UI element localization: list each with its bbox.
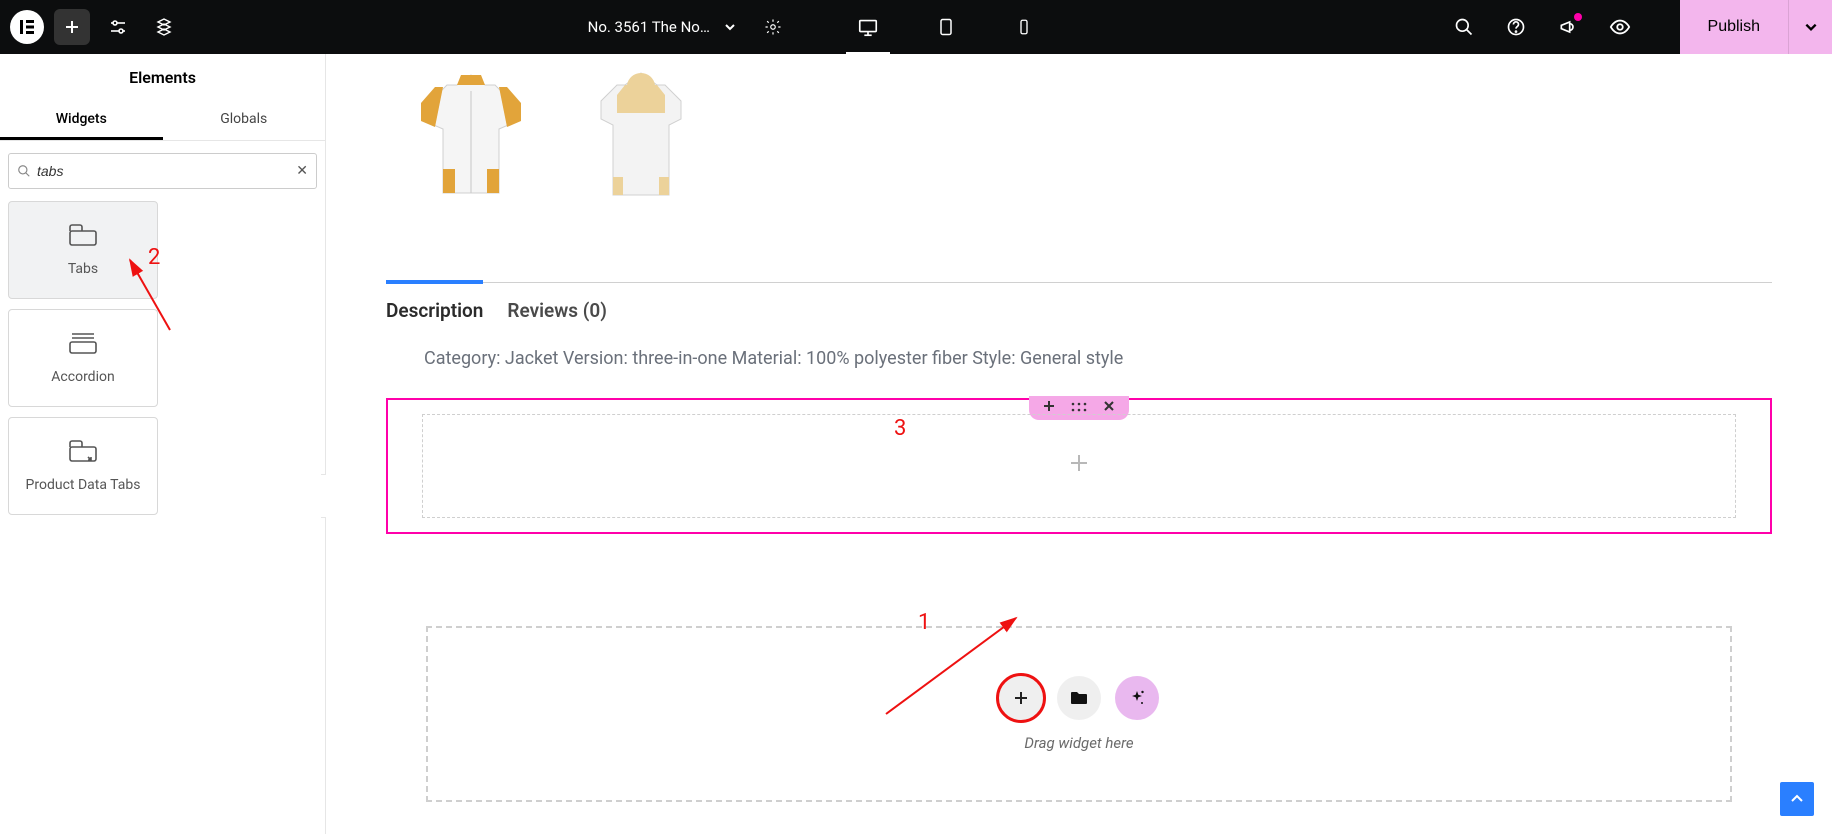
finder-search-button[interactable] bbox=[1452, 15, 1476, 39]
gear-icon[interactable] bbox=[764, 18, 782, 36]
clear-search-button[interactable]: ✕ bbox=[296, 163, 308, 179]
product-thumb-2[interactable] bbox=[576, 64, 706, 204]
product-thumb-1[interactable] bbox=[406, 64, 536, 204]
scroll-to-top-button[interactable] bbox=[1780, 782, 1814, 816]
accordion-icon bbox=[68, 331, 98, 355]
description-text: Category: Jacket Version: three-in-one M… bbox=[386, 332, 1772, 369]
widget-label: Accordion bbox=[51, 369, 114, 385]
workspace: Elements Widgets Globals ✕ Tabs Accordio… bbox=[0, 54, 1832, 834]
new-section-dropzone[interactable]: Drag widget here bbox=[426, 626, 1732, 802]
help-button[interactable] bbox=[1504, 15, 1528, 39]
topbar-left bbox=[0, 9, 182, 45]
tab-description[interactable]: Description bbox=[386, 299, 483, 322]
elementor-logo[interactable] bbox=[10, 10, 44, 44]
publish-button[interactable]: Publish bbox=[1680, 0, 1788, 54]
topbar-center: No. 3561 The No… bbox=[182, 0, 1452, 54]
structure-button[interactable] bbox=[146, 9, 182, 45]
topbar-right: Publish bbox=[1452, 0, 1832, 54]
widget-search-input[interactable] bbox=[37, 163, 290, 179]
product-tabs-icon bbox=[68, 439, 98, 463]
top-bar: No. 3561 The No… bbox=[0, 0, 1832, 54]
add-widget-plus-icon[interactable] bbox=[1068, 451, 1090, 481]
product-thumbnails bbox=[406, 64, 706, 204]
site-settings-button[interactable] bbox=[100, 9, 136, 45]
add-template-button[interactable] bbox=[1057, 676, 1101, 720]
publish-options-button[interactable] bbox=[1788, 0, 1832, 54]
responsive-device-group bbox=[846, 0, 1046, 54]
selected-container[interactable] bbox=[386, 398, 1772, 534]
publish-group: Publish bbox=[1680, 0, 1832, 54]
panel-tab-globals[interactable]: Globals bbox=[163, 101, 326, 140]
add-element-button[interactable] bbox=[54, 9, 90, 45]
page-title-dropdown[interactable]: No. 3561 The No… bbox=[588, 18, 782, 36]
preview-canvas: Description Reviews (0) Category: Jacket… bbox=[326, 54, 1832, 834]
search-icon bbox=[17, 164, 31, 178]
panel-tabs: Widgets Globals bbox=[0, 101, 325, 141]
preview-button[interactable] bbox=[1608, 15, 1632, 39]
widget-label: Tabs bbox=[68, 261, 98, 277]
widget-accordion[interactable]: Accordion bbox=[8, 309, 158, 407]
device-mobile-button[interactable] bbox=[1002, 0, 1046, 54]
add-section-button[interactable] bbox=[999, 676, 1043, 720]
widget-label: Product Data Tabs bbox=[26, 477, 141, 493]
chevron-down-icon bbox=[724, 21, 736, 33]
widget-tabs[interactable]: Tabs bbox=[8, 201, 158, 299]
widget-product-data-tabs[interactable]: Product Data Tabs bbox=[8, 417, 158, 515]
widget-search-box[interactable]: ✕ bbox=[8, 153, 317, 189]
panel-tab-widgets[interactable]: Widgets bbox=[0, 101, 163, 140]
tabs-icon bbox=[68, 223, 98, 247]
empty-container-dropzone[interactable] bbox=[422, 414, 1736, 518]
device-desktop-button[interactable] bbox=[846, 0, 890, 54]
annotation-ring-icon bbox=[996, 673, 1046, 723]
whats-new-button[interactable] bbox=[1556, 15, 1580, 39]
device-tablet-button[interactable] bbox=[924, 0, 968, 54]
page-title: No. 3561 The No… bbox=[588, 18, 710, 36]
sparkle-icon bbox=[1128, 689, 1146, 707]
tab-reviews[interactable]: Reviews (0) bbox=[507, 299, 607, 322]
widgets-grid: Tabs Accordion Product Data Tabs bbox=[0, 201, 325, 515]
panel-title: Elements bbox=[0, 54, 325, 101]
add-ai-button[interactable] bbox=[1115, 676, 1159, 720]
product-tabs-section: Description Reviews (0) Category: Jacket… bbox=[386, 282, 1772, 369]
folder-icon bbox=[1070, 690, 1088, 706]
notification-dot-icon bbox=[1574, 13, 1582, 21]
drop-hint-text: Drag widget here bbox=[1024, 734, 1133, 752]
elements-panel: Elements Widgets Globals ✕ Tabs Accordio… bbox=[0, 54, 326, 834]
